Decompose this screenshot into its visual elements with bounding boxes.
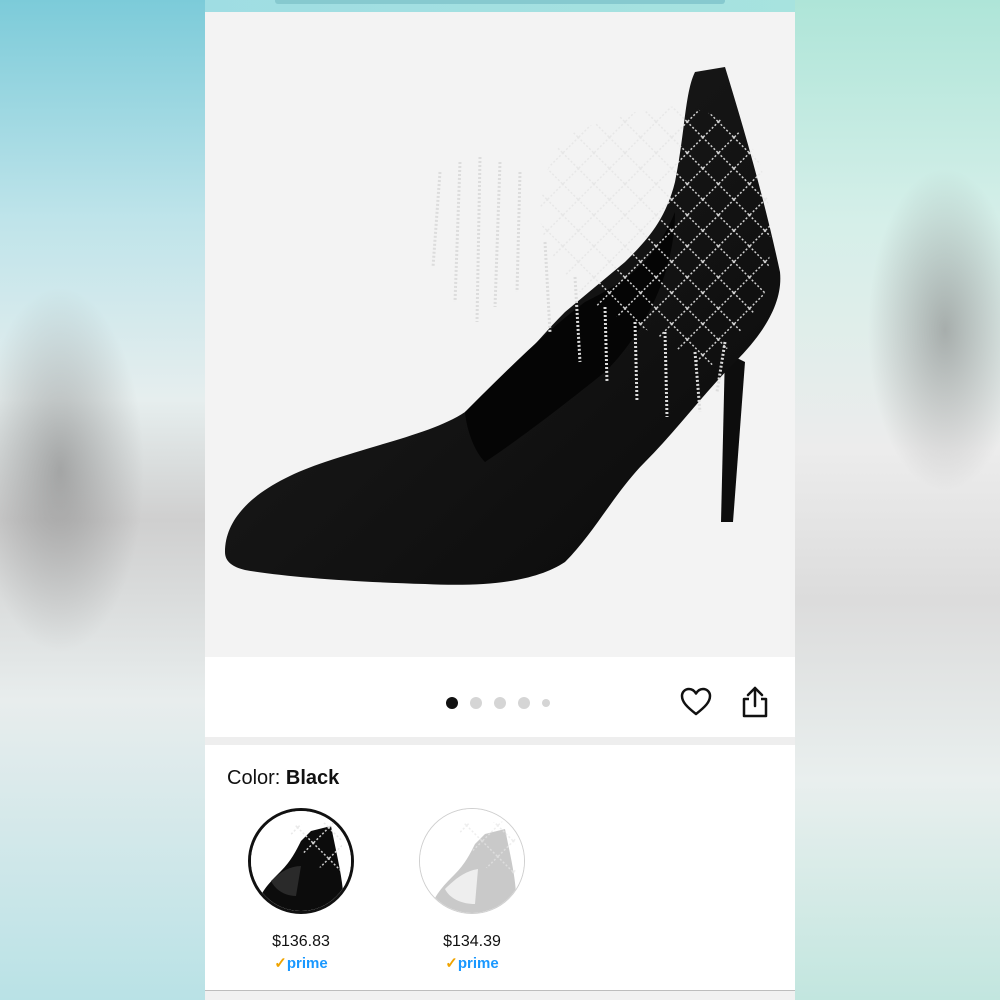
top-strip — [205, 0, 795, 12]
top-bar — [275, 0, 725, 4]
pagination-dot-1[interactable] — [446, 697, 458, 709]
color-label: Color: Black — [227, 767, 340, 789]
black-shoe-thumbnail — [251, 811, 351, 911]
color-swatch-silver[interactable] — [419, 808, 525, 914]
pagination-dot-2[interactable] — [470, 697, 482, 709]
image-pagination[interactable] — [446, 697, 550, 709]
share-icon — [742, 686, 768, 718]
section-divider — [205, 737, 795, 745]
bottom-frame — [205, 990, 795, 1000]
price-black: $136.83 — [272, 933, 330, 950]
favorite-button[interactable] — [679, 685, 713, 719]
prime-check-icon: ✓ — [445, 955, 458, 972]
silver-shoe-thumbnail — [420, 809, 524, 913]
prime-badge-silver: ✓prime — [445, 955, 499, 972]
background-blur-right — [795, 0, 1000, 1000]
pagination-dot-5[interactable] — [542, 699, 550, 707]
price-silver: $134.39 — [443, 933, 501, 950]
pagination-dot-4[interactable] — [518, 697, 530, 709]
selected-color: Black — [285, 767, 340, 789]
gallery-controls — [205, 657, 795, 737]
product-image[interactable] — [205, 12, 795, 657]
background-blur-left — [0, 0, 205, 1000]
prime-check-icon: ✓ — [274, 955, 287, 972]
color-selector: Color: Black $136.83 ✓prime $134.39 ✓pri… — [205, 745, 795, 1000]
shoe-illustration — [225, 67, 781, 585]
phone-screen: Color: Black $136.83 ✓prime $134.39 ✓pri… — [205, 0, 795, 1000]
color-swatch-black[interactable] — [248, 808, 354, 914]
heart-icon — [680, 687, 712, 716]
share-button[interactable] — [740, 685, 770, 719]
prime-badge-black: ✓prime — [274, 955, 328, 972]
pagination-dot-3[interactable] — [494, 697, 506, 709]
